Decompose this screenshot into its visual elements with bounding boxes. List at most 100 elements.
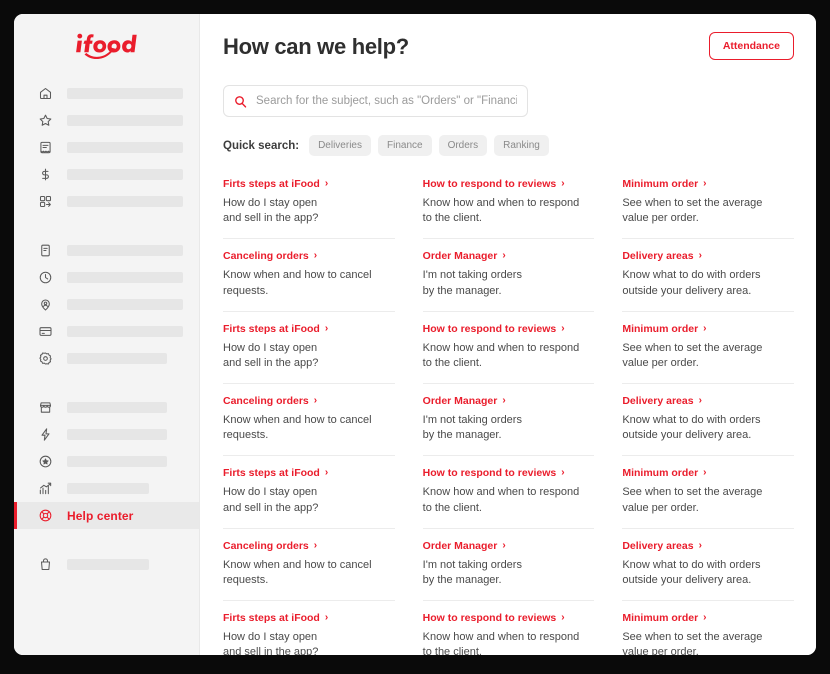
help-article-title: How to respond to reviews: [422, 612, 557, 625]
help-article-link[interactable]: Firts steps at iFood ›: [223, 612, 395, 624]
help-article-link[interactable]: How to respond to reviews ›: [423, 612, 595, 624]
sidebar-item-9[interactable]: [14, 345, 199, 372]
chevron-right-icon: ›: [561, 612, 565, 624]
sidebar-item-2[interactable]: [14, 134, 199, 161]
chevron-right-icon: ›: [324, 612, 329, 624]
help-article-link[interactable]: Minimum order ›: [622, 467, 794, 479]
help-article-description: See when to set the average value per or…: [622, 486, 763, 514]
help-article-description: Know what to do with orders outside your…: [622, 414, 761, 442]
help-article-title: Delivery areas: [622, 250, 694, 263]
help-article-link[interactable]: Minimum order ›: [622, 323, 794, 335]
sidebar-item-label-placeholder: [67, 299, 183, 310]
sidebar-item-3[interactable]: [14, 161, 199, 188]
help-article-card[interactable]: Order Manager › I'm not taking orders by t…: [422, 239, 595, 312]
quick-search-tag-deliveries[interactable]: Deliveries: [309, 135, 371, 156]
search-input[interactable]: [256, 95, 517, 107]
help-article-link[interactable]: How to respond to reviews ›: [423, 467, 595, 479]
help-article-card[interactable]: Canceling orders › Know when and how to ca…: [223, 529, 395, 602]
help-article-link[interactable]: Order Manager ›: [423, 250, 595, 262]
help-article-description: Know how and when to respond to the clie…: [422, 197, 580, 225]
help-article-card[interactable]: Canceling orders › Know when and how to ca…: [223, 239, 395, 312]
sidebar-item-help-center[interactable]: Help center: [14, 502, 199, 529]
sidebar-item-label-placeholder: [67, 115, 183, 126]
help-article-card[interactable]: Canceling orders › Know when and how to ca…: [223, 384, 395, 457]
attendance-button[interactable]: Attendance: [708, 32, 794, 60]
location-person-icon: [36, 296, 54, 314]
receipt-icon: [36, 139, 54, 157]
help-article-card[interactable]: Minimum order › See when to set the averag…: [622, 456, 794, 529]
chevron-right-icon: ›: [703, 467, 707, 479]
help-article-card[interactable]: How to respond to reviews › Know how and w…: [422, 178, 595, 240]
help-article-card[interactable]: How to respond to reviews › Know how and w…: [422, 312, 595, 385]
sidebar-item-label-placeholder: [67, 402, 167, 413]
sidebar-item-12[interactable]: [14, 448, 199, 475]
help-article-card[interactable]: Delivery areas › Know what to do with orde…: [622, 384, 794, 457]
help-article-card[interactable]: Order Manager › I'm not taking orders by t…: [422, 529, 595, 602]
help-article-card[interactable]: Order Manager › I'm not taking orders by t…: [422, 384, 595, 457]
help-article-link[interactable]: Firts steps at iFood ›: [223, 467, 395, 479]
search-icon: [234, 95, 248, 108]
help-article-title: Canceling orders: [223, 395, 309, 408]
help-article-description: How do I stay open and sell in the app?: [223, 197, 319, 225]
help-article-link[interactable]: Canceling orders ›: [223, 540, 395, 552]
sidebar-item-1[interactable]: [14, 107, 199, 134]
help-article-card[interactable]: Delivery areas › Know what to do with orde…: [622, 529, 794, 602]
help-article-link[interactable]: Canceling orders ›: [223, 250, 395, 262]
help-article-link[interactable]: Canceling orders ›: [223, 395, 395, 407]
sidebar-item-label: Help center: [67, 508, 134, 523]
page-header: How can we help? Attendance: [223, 32, 794, 60]
help-article-card[interactable]: Minimum order › See when to set the averag…: [622, 312, 794, 385]
sidebar-item-15[interactable]: [14, 551, 199, 578]
sidebar-item-label-placeholder: [67, 169, 183, 180]
help-article-link[interactable]: Firts steps at iFood ›: [223, 178, 395, 190]
help-article-description: I'm not taking orders by the manager.: [422, 558, 522, 586]
sidebar-item-5[interactable]: [14, 237, 199, 264]
help-article-description: Know what to do with orders outside your…: [622, 558, 761, 586]
help-article-grid: Firts steps at iFood › How do I stay open …: [223, 178, 794, 655]
help-article-card[interactable]: Firts steps at iFood › How do I stay open …: [223, 456, 395, 529]
help-article-card[interactable]: How to respond to reviews › Know how and w…: [423, 601, 595, 655]
quick-search-tag-orders[interactable]: Orders: [438, 135, 488, 156]
sidebar-item-label-placeholder: [67, 483, 149, 494]
help-article-card[interactable]: Minimum order › See when to set the averag…: [622, 178, 794, 240]
help-article-card[interactable]: Firts steps at iFood › How do I stay open …: [223, 178, 395, 240]
search-box[interactable]: [223, 85, 528, 117]
help-article-card[interactable]: How to respond to reviews › Know how and w…: [422, 456, 595, 529]
sidebar-item-6[interactable]: [14, 264, 199, 291]
quick-search-tag-finance[interactable]: Finance: [377, 135, 432, 156]
chevron-right-icon: ›: [313, 250, 318, 262]
help-article-card[interactable]: Delivery areas › Know what to do with orde…: [622, 239, 794, 312]
help-article-link[interactable]: Order Manager ›: [423, 540, 595, 552]
help-article-link[interactable]: Delivery areas ›: [622, 540, 794, 552]
help-article-description: I'm not taking orders by the manager.: [422, 269, 522, 297]
help-article-link[interactable]: Delivery areas ›: [622, 250, 794, 262]
help-article-card[interactable]: Minimum order › See when to set the averag…: [622, 601, 794, 655]
quick-search-tag-ranking[interactable]: Ranking: [494, 135, 549, 156]
help-article-card[interactable]: Firts steps at iFood › How do I stay open …: [223, 312, 395, 385]
sidebar-item-11[interactable]: [14, 421, 199, 448]
help-article-link[interactable]: Firts steps at iFood ›: [223, 323, 395, 335]
help-article-link[interactable]: Delivery areas ›: [622, 395, 794, 407]
help-article-title: Minimum order: [622, 612, 699, 625]
ifood-logo[interactable]: [14, 14, 199, 80]
chevron-right-icon: ›: [698, 539, 702, 551]
sidebar-item-10[interactable]: [14, 394, 199, 421]
sidebar-item-13[interactable]: [14, 475, 199, 502]
chevron-right-icon: ›: [703, 322, 707, 334]
sidebar-item-4[interactable]: [14, 188, 199, 215]
sidebar-item-label-placeholder: [67, 272, 183, 283]
sidebar-item-label-placeholder: [67, 88, 183, 99]
help-article-link[interactable]: Minimum order ›: [622, 178, 794, 190]
help-article-link[interactable]: How to respond to reviews ›: [423, 323, 595, 335]
gear-badge-icon: [36, 350, 54, 368]
sidebar-item-0[interactable]: [14, 80, 199, 107]
sidebar-item-7[interactable]: [14, 291, 199, 318]
chevron-right-icon: ›: [561, 467, 565, 479]
help-article-link[interactable]: Order Manager ›: [423, 395, 595, 407]
help-article-link[interactable]: How to respond to reviews ›: [423, 178, 595, 190]
help-article-description: How do I stay open and sell in the app?: [223, 341, 319, 369]
page-title: How can we help?: [223, 34, 409, 59]
help-article-card[interactable]: Firts steps at iFood › How do I stay open …: [223, 601, 395, 655]
sidebar-item-8[interactable]: [14, 318, 199, 345]
help-article-link[interactable]: Minimum order ›: [622, 612, 794, 624]
